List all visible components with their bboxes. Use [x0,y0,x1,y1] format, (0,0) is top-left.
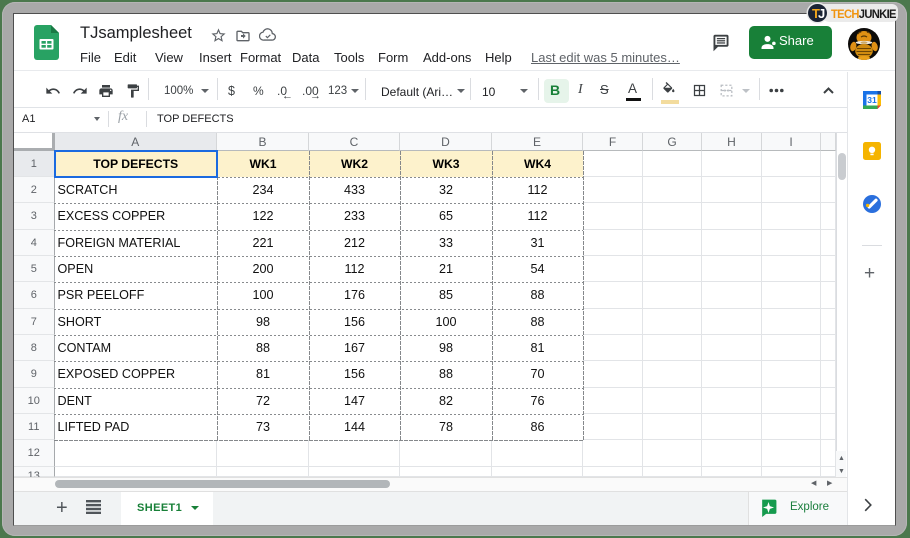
svg-text:31: 31 [867,95,877,105]
